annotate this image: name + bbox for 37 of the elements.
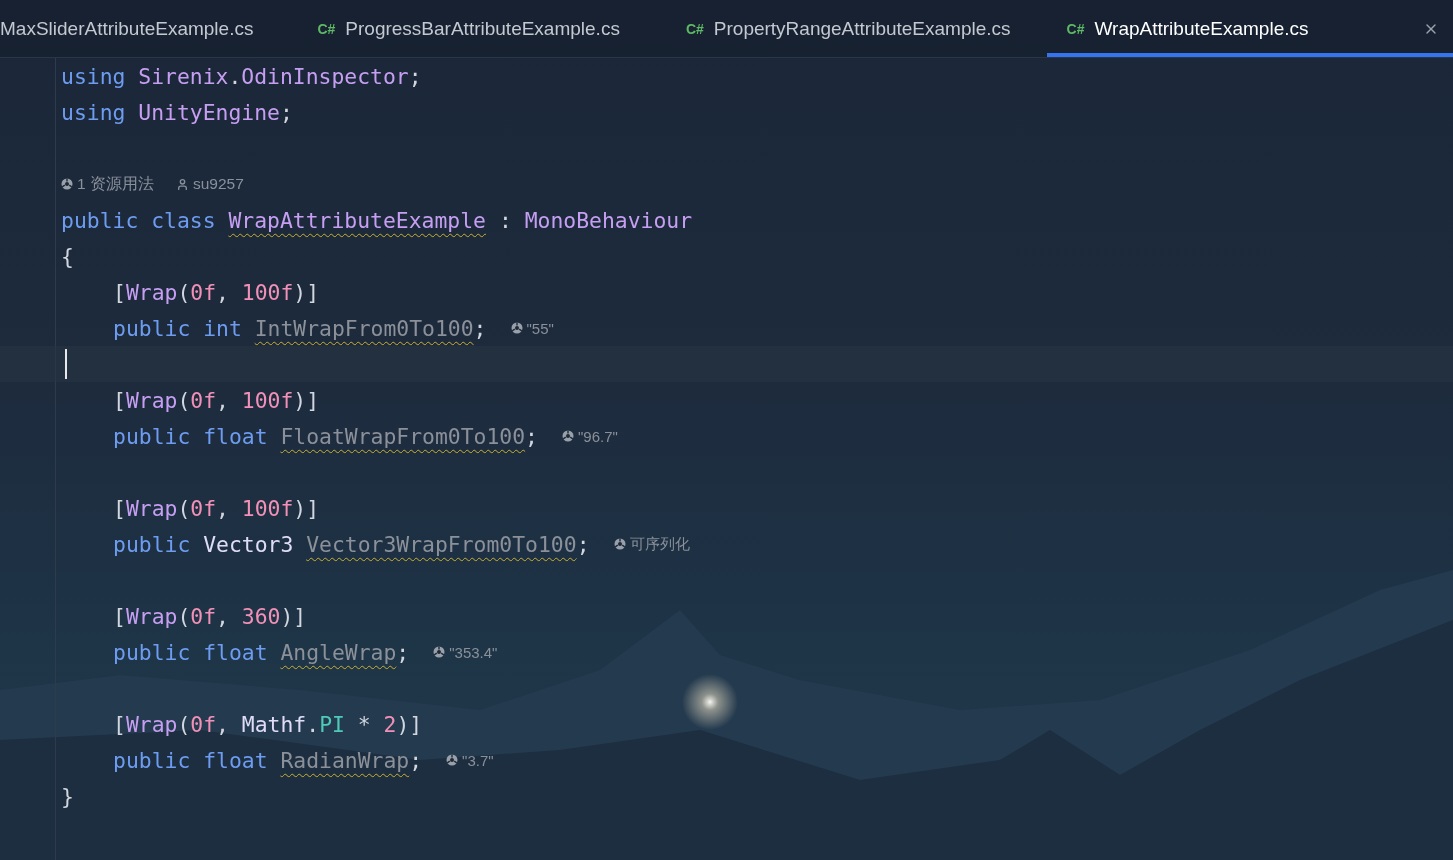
unity-icon	[446, 754, 459, 766]
code-line: {	[61, 243, 74, 269]
code-line: public float RadianWrap;	[113, 747, 423, 773]
code-line: }	[61, 783, 74, 809]
code-line: public float AngleWrap;	[113, 639, 410, 665]
code-line: using UnityEngine;	[61, 99, 293, 125]
code-line: [Wrap(0f, 360)]	[113, 603, 307, 629]
inline-hint: "96.7"	[578, 427, 618, 445]
code-line: [Wrap(0f, 100f)]	[113, 387, 320, 413]
editor-tab[interactable]: C# WrapAttributeExample.cs	[1046, 0, 1453, 57]
inline-hint: "353.4"	[449, 643, 498, 661]
code-line: [Wrap(0f, Mathf.PI * 2)]	[113, 711, 423, 737]
csharp-file-icon: C#	[1066, 20, 1085, 37]
user-icon	[175, 177, 189, 191]
inline-hint: "3.7"	[462, 751, 494, 769]
inline-hint: "55"	[526, 319, 554, 337]
code-line: [Wrap(0f, 100f)]	[113, 495, 320, 521]
code-line: public class WrapAttributeExample : MonoBehaviour	[61, 207, 693, 233]
unity-icon	[613, 538, 626, 550]
csharp-file-icon: C#	[685, 20, 704, 37]
usages-link[interactable]: 1 资源用法	[77, 173, 154, 195]
code-line: public int IntWrapFrom0To100;	[113, 315, 487, 341]
inline-hint: 可序列化	[629, 534, 690, 554]
unity-icon	[433, 646, 446, 658]
code-line: public Vector3 Vector3WrapFrom0To100;	[113, 531, 590, 557]
unity-icon	[61, 178, 73, 190]
csharp-file-icon: C#	[317, 20, 336, 37]
unity-icon	[562, 430, 574, 442]
editor-tab[interactable]: MaxSliderAttributeExample.cs	[0, 0, 268, 57]
code-line: [Wrap(0f, 100f)]	[113, 279, 320, 305]
author-link[interactable]: su9257	[192, 175, 244, 193]
code-line: public float FloatWrapFrom0To100;	[113, 423, 538, 449]
code-line: using Sirenix.OdinInspector;	[61, 63, 422, 89]
editor-tab[interactable]: C# ProgressBarAttributeExample.cs	[287, 0, 634, 57]
editor-tab[interactable]: C# PropertyRangeAttributeExample.cs	[655, 0, 1025, 57]
unity-icon	[510, 322, 523, 334]
text-cursor	[65, 349, 67, 379]
